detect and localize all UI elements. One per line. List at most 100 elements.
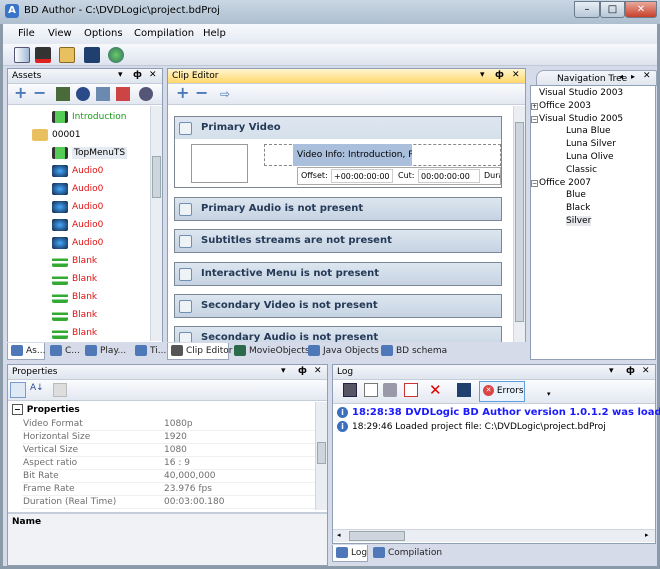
nav-tree-item[interactable]: Silver: [566, 215, 592, 228]
tree-item[interactable]: Audio0: [52, 199, 103, 215]
nav-tree-item[interactable]: Visual Studio 2003: [539, 87, 623, 100]
dropdown-icon[interactable]: ▾: [118, 70, 123, 80]
subtitle-icon[interactable]: [96, 87, 110, 101]
property-row[interactable]: Duration (Real Time) 00:03:00.180: [22, 496, 316, 509]
swap-icon[interactable]: ⇨: [220, 87, 234, 101]
cut-input[interactable]: 00:00:00:00: [418, 169, 480, 183]
scroll-right-icon[interactable]: ▸: [645, 531, 649, 539]
collapse-icon[interactable]: [179, 267, 192, 281]
close-icon[interactable]: ✕: [314, 366, 322, 376]
section-header[interactable]: Secondary Audio is not present: [175, 327, 501, 342]
bd-project-icon[interactable]: [35, 47, 51, 63]
nav-tree-item[interactable]: Classic: [566, 164, 597, 177]
assets-scrollbar[interactable]: [150, 106, 162, 341]
property-row[interactable]: Vertical Size 1080: [22, 444, 316, 457]
log-hscrollbar[interactable]: ◂ ▸: [333, 529, 655, 542]
tree-item[interactable]: Audio0: [52, 181, 103, 197]
property-row[interactable]: Horizontal Size 1920: [22, 431, 316, 444]
dropdown-icon[interactable]: ▾: [609, 366, 614, 376]
scroll-thumb[interactable]: [317, 442, 326, 464]
video-icon[interactable]: [56, 87, 70, 101]
collapse-icon[interactable]: −: [12, 404, 23, 415]
dropdown-icon[interactable]: ▾: [480, 70, 485, 80]
copy-icon[interactable]: [364, 383, 378, 397]
remove-icon[interactable]: −: [33, 85, 47, 101]
properties-scrollbar[interactable]: [315, 402, 327, 510]
close-icon[interactable]: ✕: [643, 71, 651, 81]
tree-item[interactable]: Blank: [52, 325, 97, 341]
nav-tree-item[interactable]: − Visual Studio 2005: [531, 113, 623, 126]
collapse-icon[interactable]: [179, 203, 192, 216]
minimize-button[interactable]: –: [574, 1, 600, 18]
cut-icon[interactable]: [343, 383, 357, 397]
clip-editor-scrollbar[interactable]: [513, 106, 525, 342]
tree-item[interactable]: Audio0: [52, 163, 103, 179]
close-icon[interactable]: ✕: [642, 366, 650, 376]
section-header[interactable]: Interactive Menu is not present: [175, 263, 501, 285]
save-icon[interactable]: [84, 47, 100, 63]
tab-titles[interactable]: Ti...: [132, 343, 166, 360]
overflow-icon[interactable]: ▾: [547, 390, 561, 404]
close-icon[interactable]: ✕: [149, 70, 157, 80]
collapse-icon[interactable]: [179, 235, 192, 249]
tab-c[interactable]: C...: [47, 343, 80, 360]
nav-tree-item[interactable]: Luna Silver: [566, 138, 616, 151]
scroll-thumb[interactable]: [152, 156, 161, 198]
dropdown-icon[interactable]: ▾: [281, 366, 286, 376]
section-header[interactable]: Primary Audio is not present: [175, 198, 501, 220]
nav-tree-item[interactable]: Luna Olive: [566, 151, 614, 164]
tree-item[interactable]: Audio0: [52, 235, 103, 251]
collapse-icon[interactable]: −: [531, 179, 538, 187]
tab-java-objects[interactable]: Java Objects: [305, 343, 379, 360]
section-header[interactable]: Subtitles streams are not present: [175, 230, 501, 252]
tab-playlists[interactable]: Play...: [82, 343, 126, 360]
section-header[interactable]: Secondary Video is not present: [175, 295, 501, 317]
scroll-left-icon[interactable]: ◂: [337, 531, 341, 539]
tree-item[interactable]: Blank: [52, 289, 97, 305]
collapse-icon[interactable]: −: [531, 115, 538, 123]
pin-icon[interactable]: ф: [133, 70, 142, 80]
nav-tree-item[interactable]: Blue: [566, 189, 586, 202]
scroll-left-icon[interactable]: ◂: [619, 72, 623, 81]
close-button[interactable]: ✕: [625, 1, 657, 18]
pin-icon[interactable]: ф: [298, 366, 307, 376]
category-row[interactable]: − Properties: [8, 404, 316, 415]
nav-tree-item[interactable]: + Office 2003: [531, 100, 591, 113]
menu-help[interactable]: Help: [203, 28, 226, 39]
menu-view[interactable]: View: [48, 28, 72, 39]
tree-item[interactable]: Blank: [52, 307, 97, 323]
import-icon[interactable]: [139, 87, 153, 101]
clear-icon[interactable]: ✕: [429, 383, 443, 398]
add-icon[interactable]: +: [176, 85, 190, 101]
open-folder-icon[interactable]: [59, 47, 75, 63]
nav-tree-item[interactable]: Black: [566, 202, 590, 215]
delete-icon[interactable]: [383, 383, 397, 397]
close-icon[interactable]: ✕: [512, 70, 520, 80]
categorized-icon[interactable]: [10, 382, 26, 398]
add-icon[interactable]: +: [14, 85, 28, 101]
collapse-icon[interactable]: [179, 122, 192, 135]
tab-clip-editor[interactable]: Clip Editor: [167, 343, 233, 360]
property-row[interactable]: Video Format 1080p: [22, 418, 316, 431]
compile-icon[interactable]: [108, 47, 124, 63]
pin-icon[interactable]: ф: [626, 366, 635, 376]
menu-compilation[interactable]: Compilation: [134, 28, 194, 39]
scroll-right-icon[interactable]: ▸: [631, 72, 635, 81]
tab-log[interactable]: Log: [332, 545, 368, 562]
pin-icon[interactable]: ф: [495, 70, 504, 80]
tree-item[interactable]: Blank: [52, 253, 97, 269]
property-pages-icon[interactable]: [53, 383, 67, 397]
tree-item[interactable]: Audio0: [52, 217, 103, 233]
menu-icon[interactable]: [116, 87, 130, 101]
collapse-icon[interactable]: [179, 332, 192, 342]
tab-movieobjects[interactable]: MovieObjects: [231, 343, 310, 360]
tab-bd-schema[interactable]: BD schema: [378, 343, 447, 360]
audio-icon[interactable]: [76, 87, 90, 101]
new-project-icon[interactable]: [14, 47, 30, 63]
property-row[interactable]: Frame Rate 23.976 fps: [22, 483, 316, 496]
scroll-thumb[interactable]: [515, 122, 524, 322]
save-icon[interactable]: [457, 383, 471, 397]
nav-tree-item[interactable]: Luna Blue: [566, 125, 611, 138]
menu-file[interactable]: File: [18, 28, 35, 39]
scroll-thumb[interactable]: [349, 531, 405, 541]
